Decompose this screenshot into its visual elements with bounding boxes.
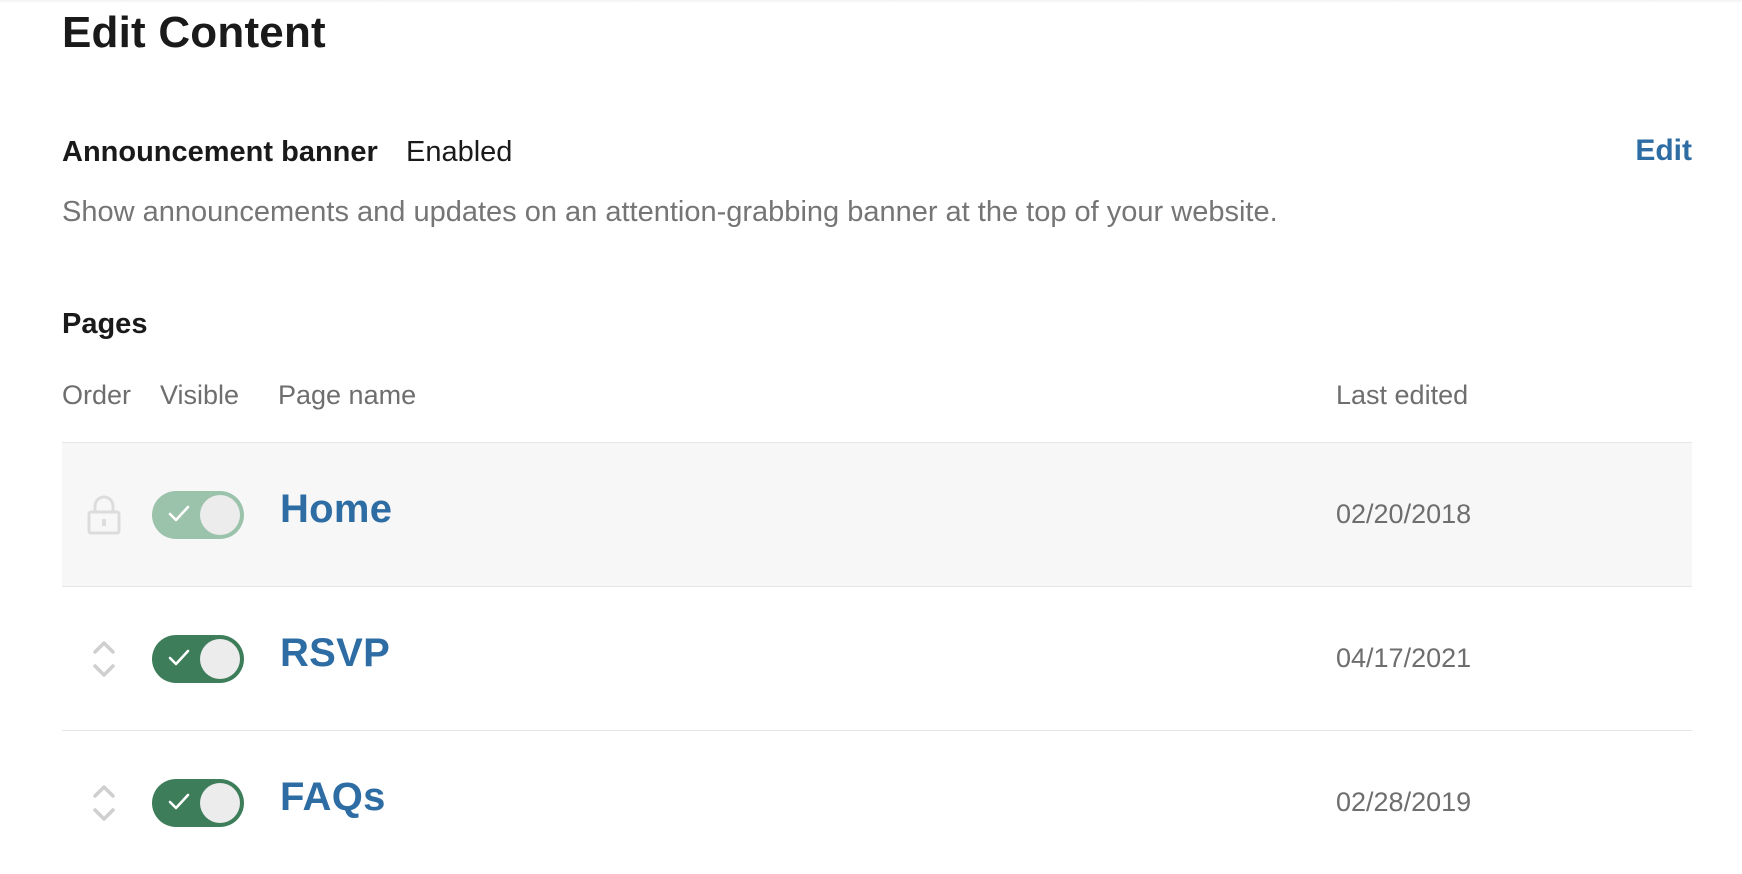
page-name-link[interactable]: RSVP bbox=[280, 631, 390, 676]
column-header-page-name: Page name bbox=[278, 380, 417, 410]
visibility-toggle[interactable] bbox=[152, 635, 244, 683]
last-edited-date: 02/28/2019 bbox=[1336, 787, 1472, 817]
pages-section-title: Pages bbox=[62, 308, 148, 340]
column-header-last-edited: Last edited bbox=[1336, 380, 1469, 410]
last-edited-date: 02/20/2018 bbox=[1336, 499, 1472, 529]
announcement-banner-label: Announcement banner bbox=[62, 136, 378, 168]
pages-table: Home 02/20/2018 RSVP 04/17/2021 FAQs 02/… bbox=[62, 442, 1692, 874]
toggle-knob bbox=[200, 495, 240, 535]
column-header-order: Order bbox=[62, 380, 132, 410]
announcement-banner-description: Show announcements and updates on an att… bbox=[62, 196, 1278, 228]
column-header-visible: Visible bbox=[160, 380, 240, 410]
reorder-icon[interactable] bbox=[84, 634, 124, 684]
announcement-banner-row: Announcement banner Enabled Edit bbox=[62, 132, 1692, 172]
toggle-knob bbox=[200, 639, 240, 679]
lock-icon bbox=[84, 490, 124, 540]
toggle-knob bbox=[200, 783, 240, 823]
check-icon bbox=[168, 793, 190, 810]
announcement-banner-status: Enabled bbox=[406, 136, 513, 168]
table-row: FAQs 02/28/2019 bbox=[62, 730, 1692, 874]
visibility-toggle bbox=[152, 491, 244, 539]
top-shadow bbox=[0, 0, 1742, 3]
page-name-link[interactable]: FAQs bbox=[280, 775, 386, 820]
last-edited-date: 04/17/2021 bbox=[1336, 643, 1472, 673]
visibility-toggle[interactable] bbox=[152, 779, 244, 827]
reorder-icon[interactable] bbox=[84, 778, 124, 828]
table-row: RSVP 04/17/2021 bbox=[62, 586, 1692, 730]
check-icon bbox=[168, 505, 190, 522]
check-icon bbox=[168, 649, 190, 666]
announcement-edit-link[interactable]: Edit bbox=[1635, 134, 1692, 168]
page-name-link[interactable]: Home bbox=[280, 487, 392, 532]
page-title: Edit Content bbox=[62, 8, 326, 57]
table-row: Home 02/20/2018 bbox=[62, 442, 1692, 586]
